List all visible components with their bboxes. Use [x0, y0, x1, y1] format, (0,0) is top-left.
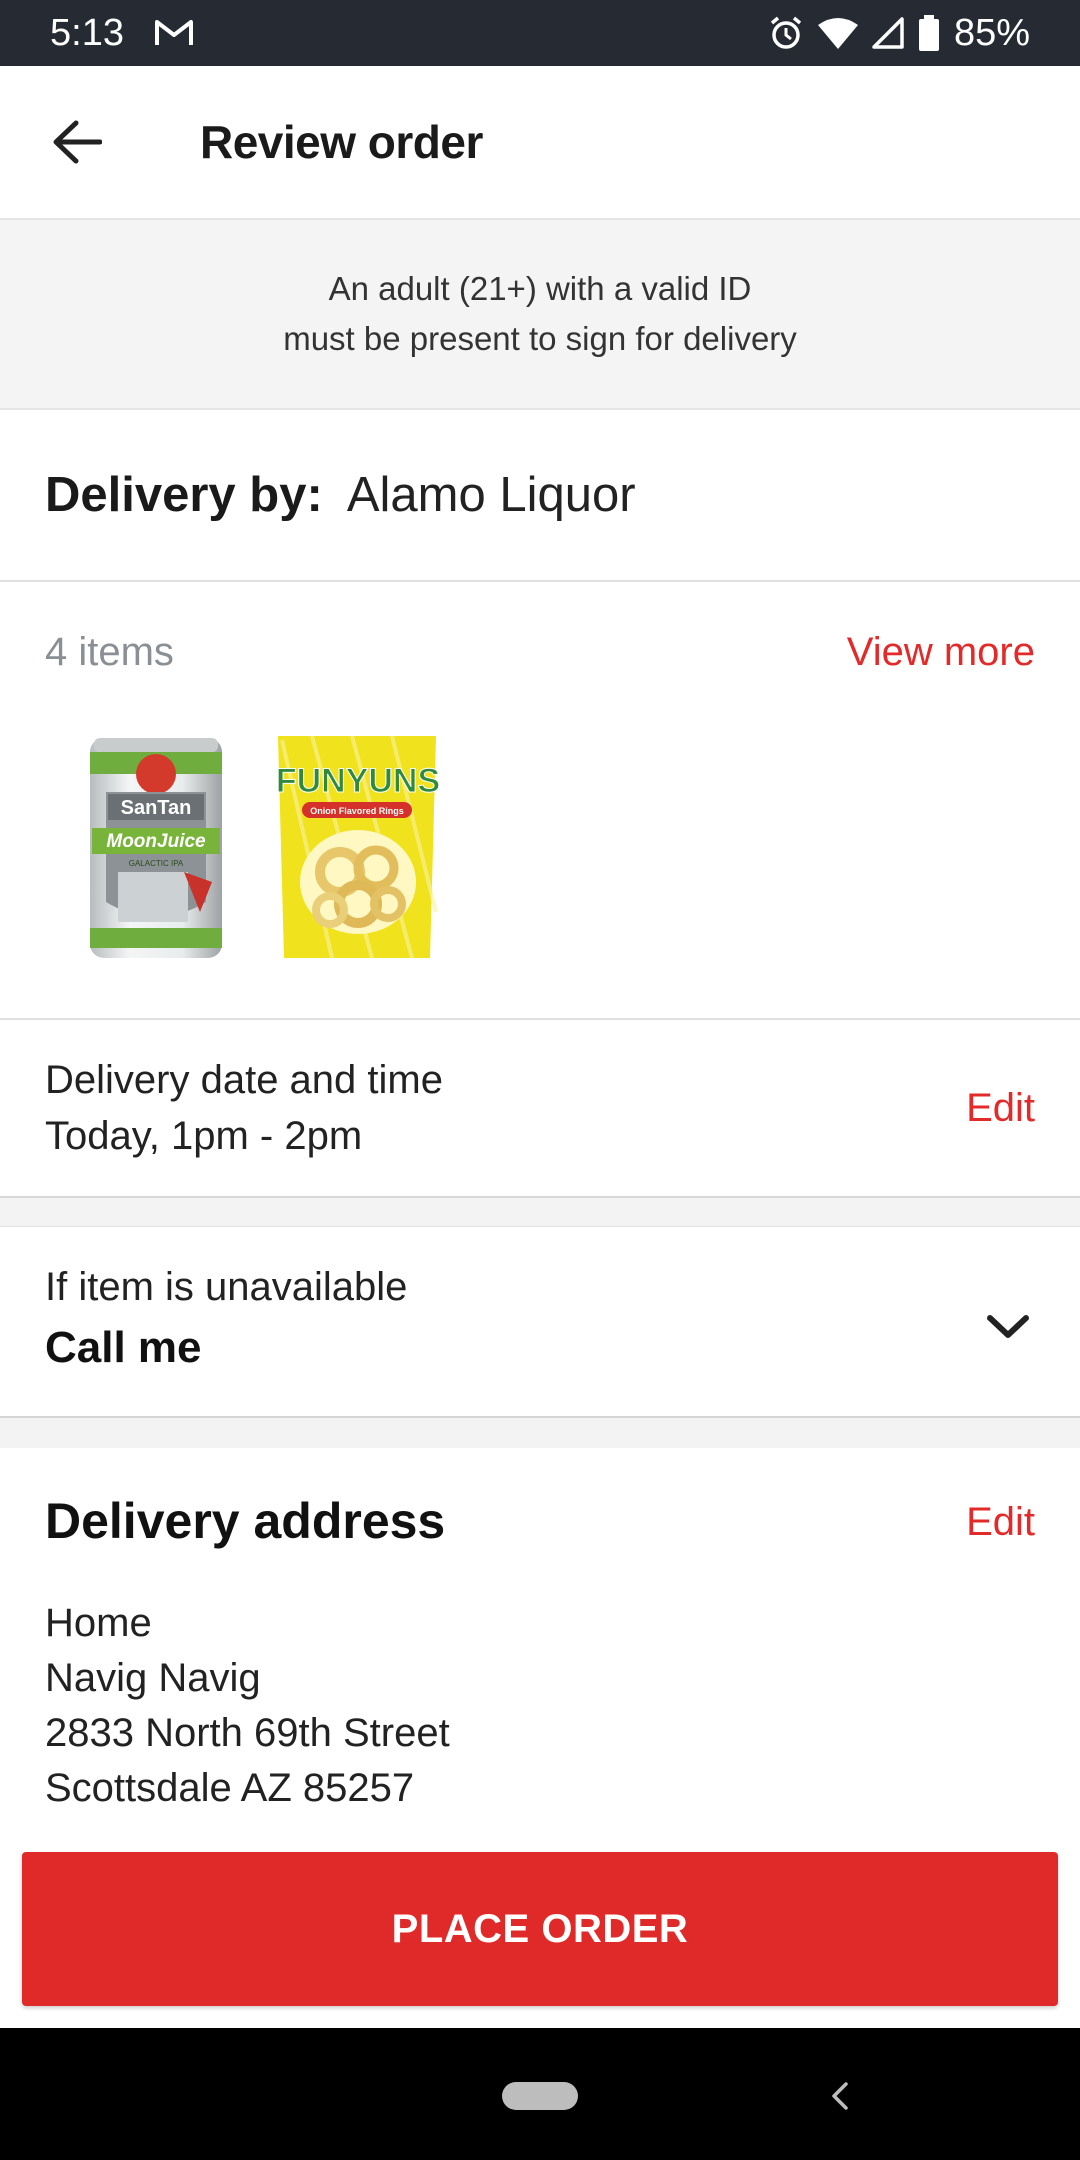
address-street: 2833 North 69th Street	[45, 1711, 450, 1755]
age-verification-notice: An adult (21+) with a valid ID must be p…	[0, 220, 1080, 410]
chevron-down-icon[interactable]	[978, 1297, 1038, 1357]
address-city-state-zip: Scottsdale AZ 85257	[45, 1766, 415, 1810]
delivery-by-label: Delivery by:	[45, 468, 323, 522]
address-recipient: Navig Navig	[45, 1656, 261, 1700]
items-count: 4 items	[45, 630, 174, 674]
item-thumbnail-beer-can[interactable]: SanTan MoonJuice GALACTIC IPA	[72, 732, 242, 962]
wifi-icon	[817, 17, 858, 49]
delivery-date-value: Today, 1pm - 2pm	[45, 1114, 363, 1158]
bag-sub-text: Onion Flavored Rings	[310, 806, 404, 816]
notice-line-1: An adult (21+) with a valid ID	[328, 270, 752, 307]
delivery-by-row: Delivery by: Alamo Liquor	[0, 410, 1080, 582]
edit-delivery-date-button[interactable]: Edit	[966, 1086, 1035, 1131]
order-items-section: 4 items View more SanTan MoonJuice GALAC…	[0, 582, 1080, 1020]
section-divider	[0, 1198, 1080, 1226]
address-details: Home Navig Navig 2833 North 69th Street …	[45, 1596, 450, 1828]
unavailable-label: If item is unavailable	[45, 1265, 408, 1309]
signal-icon	[872, 17, 904, 49]
delivery-address-title: Delivery address	[45, 1493, 446, 1549]
status-bar: 5:13 85%	[0, 0, 1080, 66]
arrow-left-icon	[53, 120, 102, 164]
system-nav-bar	[0, 2028, 1080, 2160]
delivery-address-section: Delivery address Edit Home Navig Navig 2…	[0, 1448, 1080, 1828]
edit-address-button[interactable]: Edit	[966, 1500, 1035, 1545]
address-phone: 4804440000	[45, 1816, 450, 1828]
place-order-button[interactable]: PLACE ORDER	[22, 1852, 1058, 2006]
section-divider	[0, 1418, 1080, 1448]
home-pill-icon[interactable]	[502, 2082, 578, 2110]
can-product-text: MoonJuice	[106, 831, 206, 852]
delivery-store-name: Alamo Liquor	[346, 468, 636, 522]
bag-brand-text: FUNYUNS	[276, 762, 440, 800]
unavailable-selected-value: Call me	[45, 1323, 202, 1372]
status-icons: 85%	[768, 12, 1030, 55]
can-sub-text: GALACTIC IPA	[129, 859, 184, 868]
app-bar: Review order	[0, 66, 1080, 220]
view-more-link[interactable]: View more	[847, 630, 1035, 675]
address-name: Home	[45, 1601, 152, 1645]
delivery-date-title: Delivery date and time	[45, 1058, 443, 1102]
battery-percent: 85%	[953, 11, 1030, 54]
can-brand-text: SanTan	[121, 797, 192, 819]
unavailable-preference-dropdown[interactable]: If item is unavailable Call me	[0, 1226, 1080, 1418]
page-title: Review order	[200, 116, 483, 168]
back-button[interactable]	[22, 87, 132, 197]
status-time: 5:13	[50, 11, 124, 54]
battery-icon	[918, 15, 940, 51]
delivery-date-section: Delivery date and time Today, 1pm - 2pm …	[0, 1020, 1080, 1198]
alarm-icon	[768, 15, 804, 51]
notice-line-2: must be present to sign for delivery	[283, 320, 797, 357]
item-thumbnail-chips-bag[interactable]: FUNYUNS Onion Flavored Rings	[272, 732, 442, 962]
gmail-icon	[154, 17, 194, 49]
place-order-bar: PLACE ORDER	[0, 1828, 1080, 2028]
nav-back-icon[interactable]	[820, 2072, 860, 2120]
